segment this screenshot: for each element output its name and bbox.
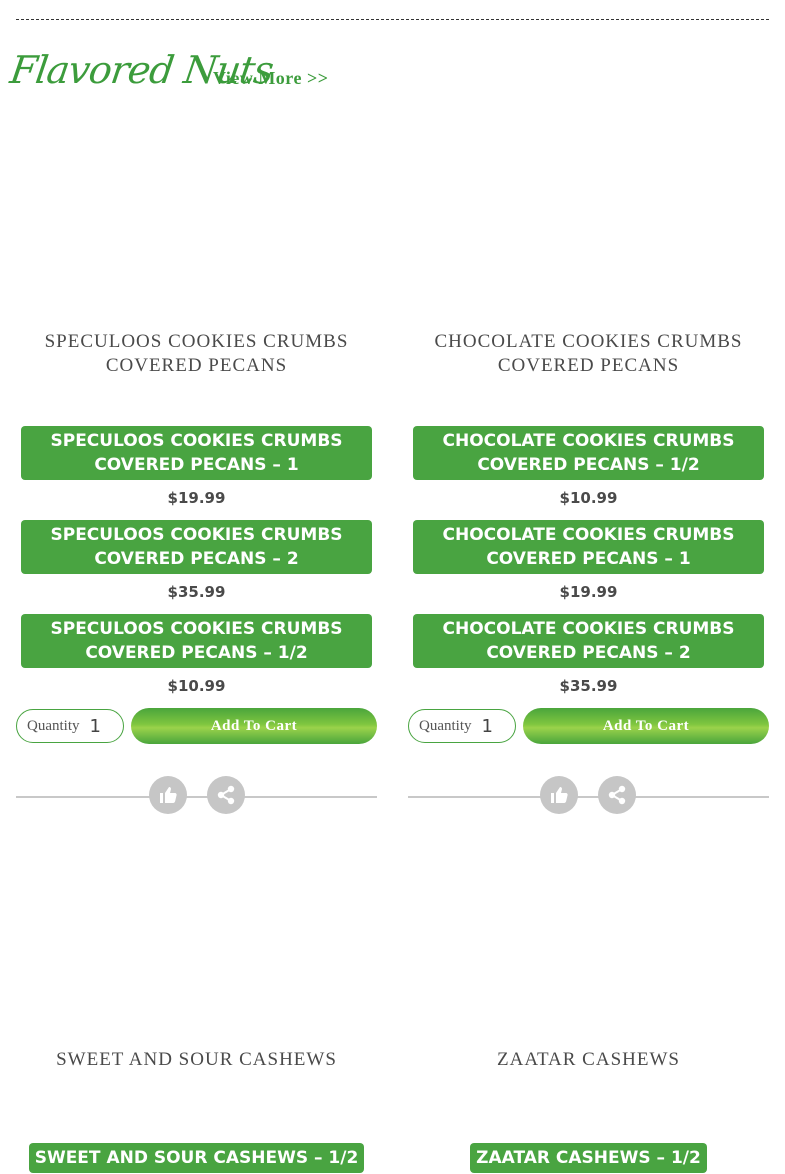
variant-label: COVERED PECANS – 1/2 [477, 455, 700, 475]
variant-price: $19.99 [559, 583, 618, 601]
variant-button[interactable]: SPECULOOS COOKIES CRUMBS COVERED PECANS … [21, 614, 372, 668]
view-more-link[interactable]: View More >> [213, 68, 328, 89]
variant-label: COVERED PECANS – 1 [486, 549, 691, 569]
quantity-label: Quantity [27, 717, 80, 734]
variant-label: CHOCOLATE COOKIES CRUMBS [442, 619, 735, 639]
quantity-input[interactable] [87, 714, 122, 738]
variant-button[interactable]: CHOCOLATE COOKIES CRUMBS COVERED PECANS … [413, 614, 764, 668]
variant-label: SPECULOOS COOKIES CRUMBS [50, 431, 343, 451]
variant-label: COVERED PECANS – 2 [486, 643, 691, 663]
variant-label: CHOCOLATE COOKIES CRUMBS [442, 431, 735, 451]
product-card: CHOCOLATE COOKIES CRUMBS COVERED PECANS … [408, 130, 769, 816]
product-name[interactable]: ZAATAR CASHEWS [408, 1048, 769, 1072]
product-name-line: COVERED PECANS [105, 355, 288, 376]
variant-price: $10.99 [167, 677, 226, 695]
product-image[interactable] [16, 130, 377, 330]
quantity-input[interactable] [479, 714, 514, 738]
product-name-line: COVERED PECANS [497, 355, 680, 376]
variant-button[interactable]: SPECULOOS COOKIES CRUMBS COVERED PECANS … [21, 426, 372, 480]
social-divider [408, 796, 769, 798]
quantity-field: Quantity [16, 709, 124, 743]
quantity-label: Quantity [419, 717, 472, 734]
variant-label: COVERED PECANS – 1/2 [85, 643, 308, 663]
variant-label: SPECULOOS COOKIES CRUMBS [50, 619, 343, 639]
add-to-cart-button[interactable]: Add To Cart [131, 708, 377, 744]
product-name[interactable]: CHOCOLATE COOKIES CRUMBS COVERED PECANS [408, 330, 769, 378]
variant-price: $35.99 [167, 583, 226, 601]
variant-button[interactable]: SPECULOOS COOKIES CRUMBS COVERED PECANS … [21, 520, 372, 574]
variant-button[interactable]: CHOCOLATE COOKIES CRUMBS COVERED PECANS … [413, 520, 764, 574]
social-divider [16, 796, 377, 798]
product-card: ZAATAR CASHEWS ZAATAR CASHEWS – 1/2 [408, 838, 769, 1173]
product-card: SPECULOOS COOKIES CRUMBS COVERED PECANS … [16, 130, 377, 816]
variant-button[interactable]: SWEET AND SOUR CASHEWS – 1/2 [28, 1143, 365, 1173]
product-name-line: CHOCOLATE COOKIES CRUMBS [434, 331, 743, 352]
variant-price: $19.99 [167, 489, 226, 507]
social-bar [16, 776, 377, 816]
variant-label: COVERED PECANS – 2 [94, 549, 299, 569]
share-icon[interactable] [598, 776, 636, 814]
product-image[interactable] [408, 130, 769, 330]
product-name[interactable]: SPECULOOS COOKIES CRUMBS COVERED PECANS [16, 330, 377, 378]
variant-button[interactable]: CHOCOLATE COOKIES CRUMBS COVERED PECANS … [413, 426, 764, 480]
variant-label: CHOCOLATE COOKIES CRUMBS [442, 525, 735, 545]
section-divider [16, 19, 769, 20]
share-icon[interactable] [207, 776, 245, 814]
thumbs-up-icon[interactable] [149, 776, 187, 814]
add-to-cart-button[interactable]: Add To Cart [523, 708, 769, 744]
variant-price: $10.99 [559, 489, 618, 507]
social-bar [408, 776, 769, 816]
variant-label: SPECULOOS COOKIES CRUMBS [50, 525, 343, 545]
product-image[interactable] [16, 838, 377, 1048]
product-name-line: SPECULOOS COOKIES CRUMBS [44, 331, 349, 352]
product-image[interactable] [408, 838, 769, 1048]
variant-price: $35.99 [559, 677, 618, 695]
variant-label: COVERED PECANS – 1 [94, 455, 299, 475]
cart-row: Quantity Add To Cart [408, 708, 769, 746]
product-card: SWEET AND SOUR CASHEWS SWEET AND SOUR CA… [16, 838, 377, 1173]
quantity-field: Quantity [408, 709, 516, 743]
thumbs-up-icon[interactable] [540, 776, 578, 814]
product-name[interactable]: SWEET AND SOUR CASHEWS [16, 1048, 377, 1072]
variant-button[interactable]: ZAATAR CASHEWS – 1/2 [470, 1143, 707, 1173]
cart-row: Quantity Add To Cart [16, 708, 377, 746]
